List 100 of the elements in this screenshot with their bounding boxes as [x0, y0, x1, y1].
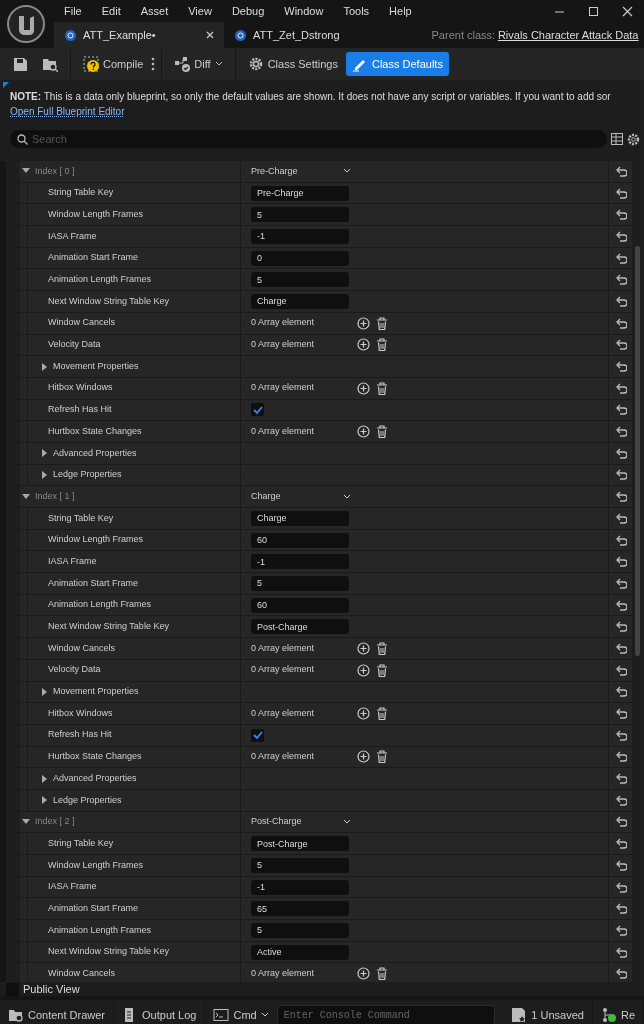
reset-icon[interactable]	[614, 641, 627, 655]
menu-item[interactable]: Edit	[91, 2, 131, 20]
checkbox[interactable]	[251, 403, 264, 417]
add-icon[interactable]	[357, 967, 370, 981]
reset-icon[interactable]	[614, 555, 627, 569]
menu-item[interactable]: Help	[379, 2, 422, 20]
reset-icon[interactable]	[614, 208, 627, 222]
value-field[interactable]: -1	[251, 228, 349, 244]
settings-icon[interactable]	[627, 132, 640, 146]
drawer-button[interactable]: Content Drawer	[0, 1000, 115, 1024]
menu-item[interactable]: Window	[274, 2, 334, 20]
value-field[interactable]: 60	[251, 597, 349, 613]
value-field[interactable]: Post-Charge	[251, 836, 349, 852]
reset-icon[interactable]	[614, 338, 627, 352]
reset-icon[interactable]	[614, 967, 627, 981]
value-field[interactable]: 5	[251, 922, 349, 938]
add-icon[interactable]	[357, 316, 370, 330]
expand-arrow-icon[interactable]	[22, 817, 30, 826]
document-tab[interactable]: ATT_Zet_Dstrong	[224, 22, 394, 48]
unsaved-button[interactable]: 1 Unsaved	[503, 1000, 593, 1024]
menu-item[interactable]: File	[54, 2, 92, 20]
parent-class-link[interactable]: Rivals Character Attack Data	[497, 26, 639, 44]
trash-icon[interactable]	[376, 316, 388, 330]
value-field[interactable]: 0	[251, 250, 349, 266]
log-button[interactable]: Output Log	[114, 1000, 206, 1024]
expand-arrow-icon[interactable]	[40, 796, 48, 805]
open-editor-link[interactable]: Open Full Blueprint Editor	[10, 106, 125, 117]
value-field[interactable]: Pre-Charge	[251, 185, 349, 201]
reset-icon[interactable]	[614, 793, 627, 807]
console-field[interactable]: Enter Console Command	[276, 1005, 496, 1024]
search-field[interactable]: Search	[10, 130, 607, 148]
menu-item[interactable]: Asset	[130, 2, 179, 20]
expand-arrow-icon[interactable]	[40, 449, 48, 458]
reset-icon[interactable]	[614, 923, 627, 937]
trash-icon[interactable]	[376, 967, 388, 981]
reset-icon[interactable]	[614, 316, 627, 330]
value-field[interactable]: -1	[251, 554, 349, 570]
reset-icon[interactable]	[614, 229, 627, 243]
reset-icon[interactable]	[614, 446, 627, 460]
reset-icon[interactable]	[614, 425, 627, 439]
reset-icon[interactable]	[614, 663, 627, 677]
reset-icon[interactable]	[614, 772, 627, 786]
reset-icon[interactable]	[614, 707, 627, 721]
settings-button[interactable]: Class Settings	[241, 52, 344, 76]
reset-icon[interactable]	[614, 880, 627, 894]
reset-icon[interactable]	[614, 598, 627, 612]
add-icon[interactable]	[357, 338, 370, 352]
value-field[interactable]: 5	[251, 575, 349, 591]
add-icon[interactable]	[357, 425, 370, 439]
reset-icon[interactable]	[614, 490, 627, 504]
reset-icon[interactable]	[614, 858, 627, 872]
menu-item[interactable]: View	[178, 2, 222, 20]
expand-arrow-icon[interactable]	[40, 774, 48, 783]
checkbox[interactable]	[251, 728, 264, 742]
reset-icon[interactable]	[614, 902, 627, 916]
value-field[interactable]: 5	[251, 857, 349, 873]
trash-icon[interactable]	[376, 707, 388, 721]
value-field[interactable]: Charge	[251, 293, 349, 309]
document-tab[interactable]: ATT_Example•	[54, 22, 224, 48]
reset-icon[interactable]	[614, 728, 627, 742]
expand-arrow-icon[interactable]	[22, 492, 30, 501]
menu-item[interactable]: Debug	[221, 2, 275, 20]
reset-icon[interactable]	[614, 815, 627, 829]
diff-button[interactable]: Diff	[168, 52, 229, 76]
enum-dropdown[interactable]: Charge	[251, 489, 351, 504]
reset-icon[interactable]	[614, 533, 627, 547]
reset-icon[interactable]	[614, 620, 627, 634]
reset-icon[interactable]	[614, 750, 627, 764]
revision-button[interactable]: Re	[592, 1000, 644, 1024]
reset-icon[interactable]	[614, 381, 627, 395]
enum-dropdown[interactable]: Post-Charge	[251, 815, 351, 829]
trash-icon[interactable]	[376, 338, 388, 352]
close-icon[interactable]	[206, 31, 214, 39]
trash-icon[interactable]	[376, 750, 388, 764]
value-field[interactable]: 65	[251, 901, 349, 917]
reset-icon[interactable]	[614, 576, 627, 590]
value-field[interactable]: 5	[251, 272, 349, 288]
value-field[interactable]: 5	[251, 207, 349, 223]
add-icon[interactable]	[357, 663, 370, 677]
compile-button[interactable]: Compile	[77, 52, 150, 76]
reset-icon[interactable]	[614, 360, 627, 374]
value-field[interactable]: 60	[251, 532, 349, 548]
expand-arrow-icon[interactable]	[40, 687, 48, 696]
trash-icon[interactable]	[376, 663, 388, 677]
table-view-icon[interactable]	[611, 133, 623, 145]
reset-icon[interactable]	[614, 685, 627, 699]
menu-item[interactable]: Tools	[333, 2, 380, 20]
value-field[interactable]: Active	[251, 944, 349, 960]
cmd-button[interactable]: Cmd	[205, 1000, 277, 1024]
scrollbar-thumb[interactable]	[635, 246, 640, 656]
expand-arrow-icon[interactable]	[40, 362, 48, 371]
reset-icon[interactable]	[614, 273, 627, 287]
value-field[interactable]: Post-Charge	[251, 619, 349, 635]
reset-icon[interactable]	[614, 186, 627, 200]
trash-icon[interactable]	[376, 641, 388, 655]
add-icon[interactable]	[357, 641, 370, 655]
reset-icon[interactable]	[614, 837, 627, 851]
value-field[interactable]: -1	[251, 879, 349, 895]
trash-icon[interactable]	[376, 425, 388, 439]
defaults-button[interactable]: Class Defaults	[346, 52, 449, 76]
